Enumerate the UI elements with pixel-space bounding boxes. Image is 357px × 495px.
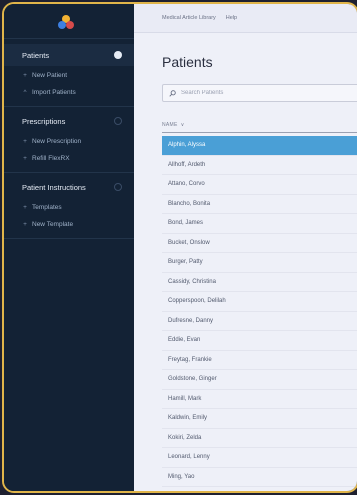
sidebar-item-label: Import Patients [32, 88, 76, 96]
patient-row[interactable]: Attano, Corvo [162, 175, 357, 195]
plus-icon: + [23, 154, 27, 162]
sidebar-item[interactable]: + New Prescription [22, 134, 81, 148]
patient-row[interactable]: Bond, James [162, 214, 357, 234]
search-icon [169, 89, 176, 97]
sidebar-divider [4, 172, 134, 173]
sort-chevron-icon: ∨ [180, 122, 185, 128]
sidebar-item[interactable]: + Templates [22, 200, 62, 214]
settings-icon-dim[interactable] [114, 183, 122, 191]
patient-row[interactable]: Copperspoon, Delilah [162, 292, 357, 312]
plus-icon: + [23, 71, 27, 79]
sidebar-section-2[interactable]: Patient Instructions [4, 176, 134, 198]
patient-row[interactable]: Cassidy, Christina [162, 273, 357, 292]
sidebar-section-title: Prescriptions [22, 116, 66, 126]
sidebar-divider [4, 106, 134, 107]
help-link[interactable]: Help [226, 15, 237, 21]
plus-icon: + [23, 203, 27, 211]
sidebar-item[interactable]: + New Template [22, 217, 73, 231]
sidebar-item-label: New Template [32, 220, 74, 228]
medical-article-library-link[interactable]: Medical Article Library [162, 15, 216, 21]
settings-icon-dim[interactable] [114, 117, 122, 125]
column-header-label: NAME [162, 122, 178, 128]
patient-row[interactable]: Freytag, Frankie [162, 351, 357, 370]
app-logo-icon [58, 15, 74, 29]
patient-row[interactable]: Goldstone, Ginger [162, 370, 357, 390]
patient-row[interactable]: Allhoff, Ardeth [162, 156, 357, 175]
sidebar-item[interactable]: + New Patient [22, 68, 67, 82]
patient-row[interactable]: Alphin, Alyssa [162, 136, 357, 156]
patient-row[interactable]: Hamill, Mark [162, 390, 357, 409]
app-frame: Patients + New Patient ^ Import Patients Pres… [2, 2, 357, 493]
sidebar-item-label: New Prescription [32, 137, 82, 145]
sidebar-item-label: Templates [32, 203, 62, 211]
sidebar-section-1[interactable]: Prescriptions [4, 110, 134, 132]
settings-icon[interactable] [114, 51, 122, 59]
sidebar-item[interactable]: + Refill FlexRX [22, 151, 70, 165]
search-input[interactable] [181, 90, 357, 96]
plus-icon: + [23, 137, 27, 145]
name-column-header[interactable]: NAME ∨ [162, 118, 357, 133]
sidebar-item-label: New Patient [32, 71, 68, 79]
sidebar: Patients + New Patient ^ Import Patients Pres… [4, 4, 134, 491]
patient-row[interactable]: Kaldwin, Emily [162, 409, 357, 429]
patient-row[interactable]: Kokiri, Zelda [162, 429, 357, 448]
main-panel: Medical Article Library Help Patients NA… [134, 4, 357, 491]
sidebar-divider [4, 38, 134, 39]
import-icon: ^ [23, 88, 27, 96]
sidebar-item[interactable]: ^ Import Patients [22, 85, 76, 99]
patient-row[interactable]: Bucket, Onslow [162, 234, 357, 253]
sidebar-item-label: Refill FlexRX [32, 154, 70, 162]
sidebar-section-title: Patient Instructions [22, 182, 86, 192]
patient-row[interactable]: Eddie, Evan [162, 331, 357, 351]
sidebar-divider [4, 238, 134, 239]
top-bar: Medical Article Library Help [134, 4, 357, 33]
patient-row[interactable]: Blancho, Bonita [162, 195, 357, 214]
patient-row[interactable]: Ming, Yao [162, 468, 357, 487]
plus-icon: + [23, 220, 27, 228]
patient-row[interactable]: Dufresne, Danny [162, 312, 357, 331]
patient-list: Alphin, Alyssa Allhoff, Ardeth Attano, Cor… [162, 136, 357, 487]
search-box[interactable] [162, 84, 357, 102]
patient-row[interactable]: Burger, Patty [162, 253, 357, 273]
patient-row[interactable]: Leonard, Lenny [162, 448, 357, 468]
page-title: Patients [162, 54, 213, 70]
sidebar-section-title: Patients [22, 50, 50, 60]
sidebar-section-0[interactable]: Patients [4, 44, 134, 66]
